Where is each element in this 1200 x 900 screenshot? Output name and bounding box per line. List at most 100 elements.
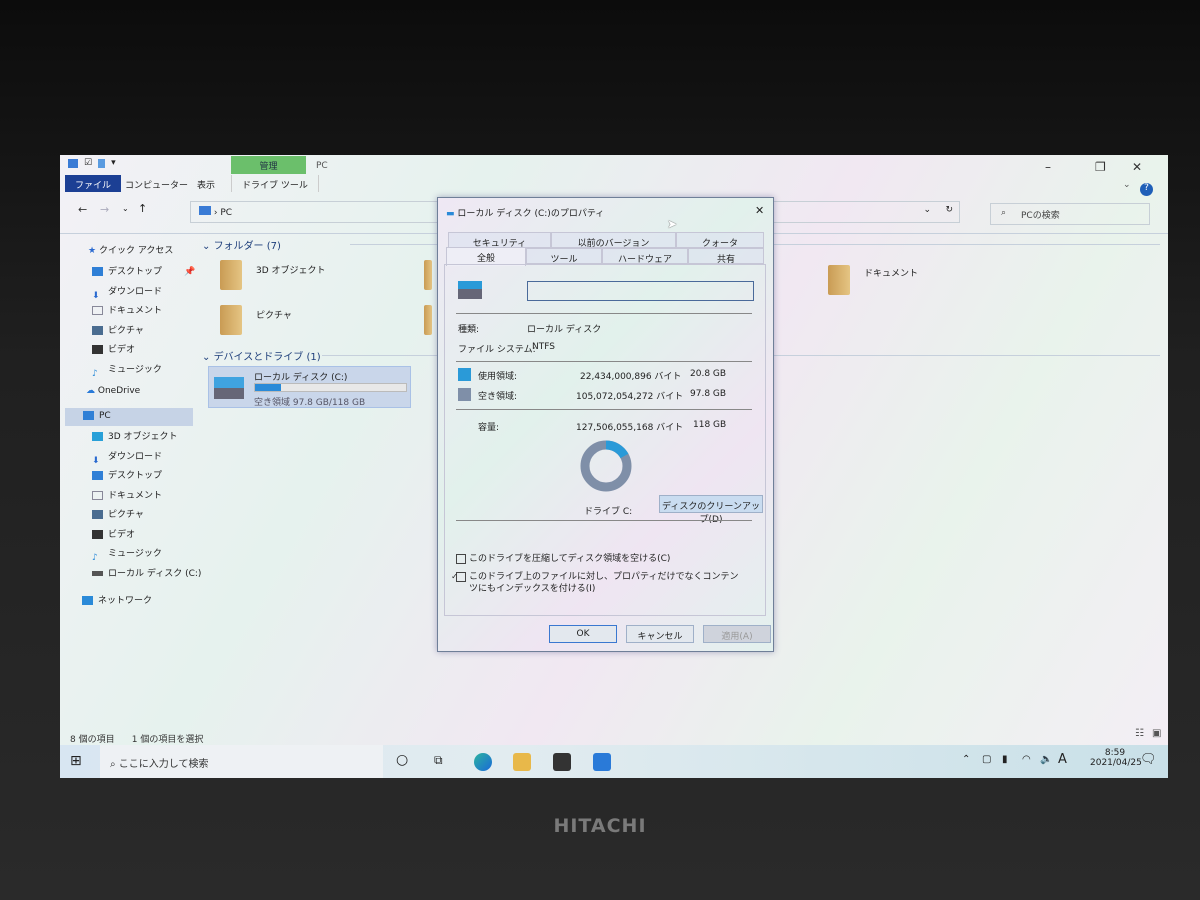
nav-item-pictures[interactable]: ピクチャ [92, 506, 201, 526]
tab-hardware[interactable]: ハードウェア [602, 248, 688, 265]
address-dropdown-icon[interactable]: ⌄ [923, 205, 931, 215]
ok-button[interactable]: OK [549, 625, 617, 643]
up-button[interactable]: ↑ [138, 202, 147, 215]
forward-button[interactable]: → [100, 203, 109, 216]
folder-pictures-icon[interactable] [220, 305, 242, 335]
type-label: 種類: [458, 325, 480, 335]
nav-quick-access[interactable]: ★ クイック アクセス [88, 243, 173, 256]
disk-cleanup-button[interactable]: ディスクのクリーンアップ(D) [659, 495, 763, 525]
compress-checkbox[interactable] [456, 553, 466, 564]
nav-item-music[interactable]: ♪ ミュージック [92, 545, 201, 565]
task-view-icon[interactable]: ⧉ [434, 753, 443, 768]
expand-ribbon-icon[interactable]: ⌄ [1123, 180, 1131, 190]
tab-file[interactable]: ファイル [65, 175, 122, 192]
folder-documents[interactable]: ドキュメント [864, 266, 918, 279]
folder-documents-icon[interactable] [828, 265, 850, 295]
section-label: デバイスとドライブ (1) [213, 352, 321, 363]
action-center-icon[interactable]: 🗨 [1140, 752, 1157, 767]
wifi-icon[interactable]: ◠ [1022, 754, 1031, 765]
volume-name-input[interactable] [527, 281, 754, 301]
folder-pictures[interactable]: ピクチャ [256, 308, 292, 321]
tab-security[interactable]: セキュリティ [448, 232, 551, 249]
nav-label: ローカル ディスク (C:) [108, 568, 202, 579]
tab-tools[interactable]: ツール [526, 248, 602, 265]
tab-quota[interactable]: クォータ [676, 232, 764, 249]
help-icon[interactable]: ? [1140, 183, 1153, 196]
cancel-button[interactable]: キャンセル [626, 625, 694, 643]
battery-icon[interactable]: ▮ [1002, 754, 1008, 765]
nav-item-downloads[interactable]: ⬇ ダウンロード [92, 283, 162, 303]
tab-view[interactable]: 表示 [187, 175, 225, 192]
nav-item-desktop[interactable]: デスクトップ 📌 [92, 263, 195, 283]
drive-c-tile[interactable]: ローカル ディスク (C:) 空き領域 97.8 GB/118 GB [208, 366, 411, 408]
search-input[interactable]: ⌕ PCの検索 [990, 203, 1150, 225]
pc-list: 3D オブジェクト ⬇ ダウンロード デスクトップ ドキュメント ピクチャ ビデオ… [92, 428, 201, 584]
index-checkbox-row[interactable]: ✓ このドライブ上のファイルに対し、プロパティだけでなくコンテンツにもインデックス… [451, 571, 746, 595]
minimize-button[interactable]: – [1045, 160, 1051, 174]
nav-item-desktop[interactable]: デスクトップ [92, 467, 201, 487]
nav-onedrive[interactable]: ☁ OneDrive [86, 386, 140, 396]
index-checkbox[interactable]: ✓ [451, 571, 466, 582]
new-folder-icon[interactable] [98, 158, 106, 168]
item-count: 8 個の項目 [70, 735, 115, 745]
folder-3d-objects[interactable]: 3D オブジェクト [256, 263, 326, 276]
taskbar: ⊞ ⌕ ここに入力して検索 ○ ⧉ ⌃ ▢ ▮ ◠ 🔈 A 8:59 2021/… [60, 745, 1168, 778]
tab-sharing[interactable]: 共有 [688, 248, 764, 265]
drive-label: ドライブ C: [584, 507, 633, 517]
properties-icon[interactable]: ☑ [84, 158, 92, 168]
nav-network[interactable]: ネットワーク [82, 593, 152, 606]
ime-indicator[interactable]: A [1058, 752, 1067, 767]
folder-3d-objects-icon[interactable] [220, 260, 242, 290]
pc-icon[interactable] [68, 158, 78, 168]
nav-item-local-disk[interactable]: ローカル ディスク (C:) [92, 565, 201, 585]
clock-date: 2021/04/25 [1090, 758, 1142, 768]
recent-locations-button[interactable]: ⌄ [122, 204, 129, 213]
tab-previous-versions[interactable]: 以前のバージョン [551, 232, 676, 249]
pin-icon[interactable]: 📌 [184, 263, 195, 283]
nav-pc[interactable]: PC [65, 408, 193, 426]
nav-label: デスクトップ [108, 267, 163, 277]
tab-drive-tools[interactable]: ドライブ ツール [231, 175, 319, 192]
folders-section-header[interactable]: ⌄ フォルダー (7) [202, 237, 281, 252]
address-text: PC [220, 208, 233, 218]
apply-button[interactable]: 適用(A) [703, 625, 771, 643]
customize-toolbar-icon[interactable]: ▾ [111, 158, 116, 168]
show-hidden-icons[interactable]: ⌃ [962, 754, 970, 765]
back-button[interactable]: ← [78, 203, 87, 216]
taskbar-search[interactable]: ⌕ ここに入力して検索 [100, 745, 383, 778]
folder-icon[interactable] [424, 305, 432, 335]
nav-item-3d-objects[interactable]: 3D オブジェクト [92, 428, 201, 448]
capacity-label: 容量: [478, 423, 500, 433]
nav-label: クイック アクセス [98, 246, 174, 256]
details-view-icon[interactable]: ☷ [1135, 728, 1144, 739]
devices-section-header[interactable]: ⌄ デバイスとドライブ (1) [202, 348, 321, 363]
cortana-icon[interactable]: ○ [396, 752, 408, 768]
nav-item-music[interactable]: ♪ ミュージック [92, 361, 162, 381]
large-icons-view-icon[interactable]: ▣ [1152, 728, 1161, 739]
hitachi-logo: HITACHI [553, 815, 647, 837]
close-button[interactable]: ✕ [1132, 160, 1142, 174]
tab-computer[interactable]: コンピューター [115, 175, 198, 192]
file-explorer-icon[interactable] [513, 753, 531, 771]
meet-now-icon[interactable]: ▢ [982, 754, 991, 765]
compress-checkbox-row[interactable]: このドライブを圧縮してディスク領域を空ける(C) [456, 551, 670, 564]
store-icon[interactable] [553, 753, 571, 771]
nav-label: ドキュメント [108, 306, 163, 316]
start-button[interactable]: ⊞ [70, 753, 82, 769]
nav-item-documents[interactable]: ドキュメント [92, 302, 162, 322]
volume-icon[interactable]: 🔈 [1040, 754, 1052, 765]
manage-tab[interactable]: 管理 [231, 156, 306, 174]
clock-time: 8:59 [1104, 748, 1126, 758]
refresh-icon[interactable]: ↻ [945, 205, 953, 215]
nav-item-downloads[interactable]: ⬇ ダウンロード [92, 448, 201, 468]
maximize-button[interactable]: ❐ [1095, 160, 1106, 174]
dialog-close-button[interactable]: ✕ [755, 204, 764, 217]
nav-item-videos[interactable]: ビデオ [92, 341, 162, 361]
nav-item-pictures[interactable]: ピクチャ [92, 322, 162, 342]
nav-item-videos[interactable]: ビデオ [92, 526, 201, 546]
mail-icon[interactable] [593, 753, 611, 771]
nav-item-documents[interactable]: ドキュメント [92, 487, 201, 507]
edge-icon[interactable] [474, 753, 492, 771]
folder-icon[interactable] [424, 260, 432, 290]
clock[interactable]: 8:59 2021/04/25 [1090, 748, 1142, 768]
